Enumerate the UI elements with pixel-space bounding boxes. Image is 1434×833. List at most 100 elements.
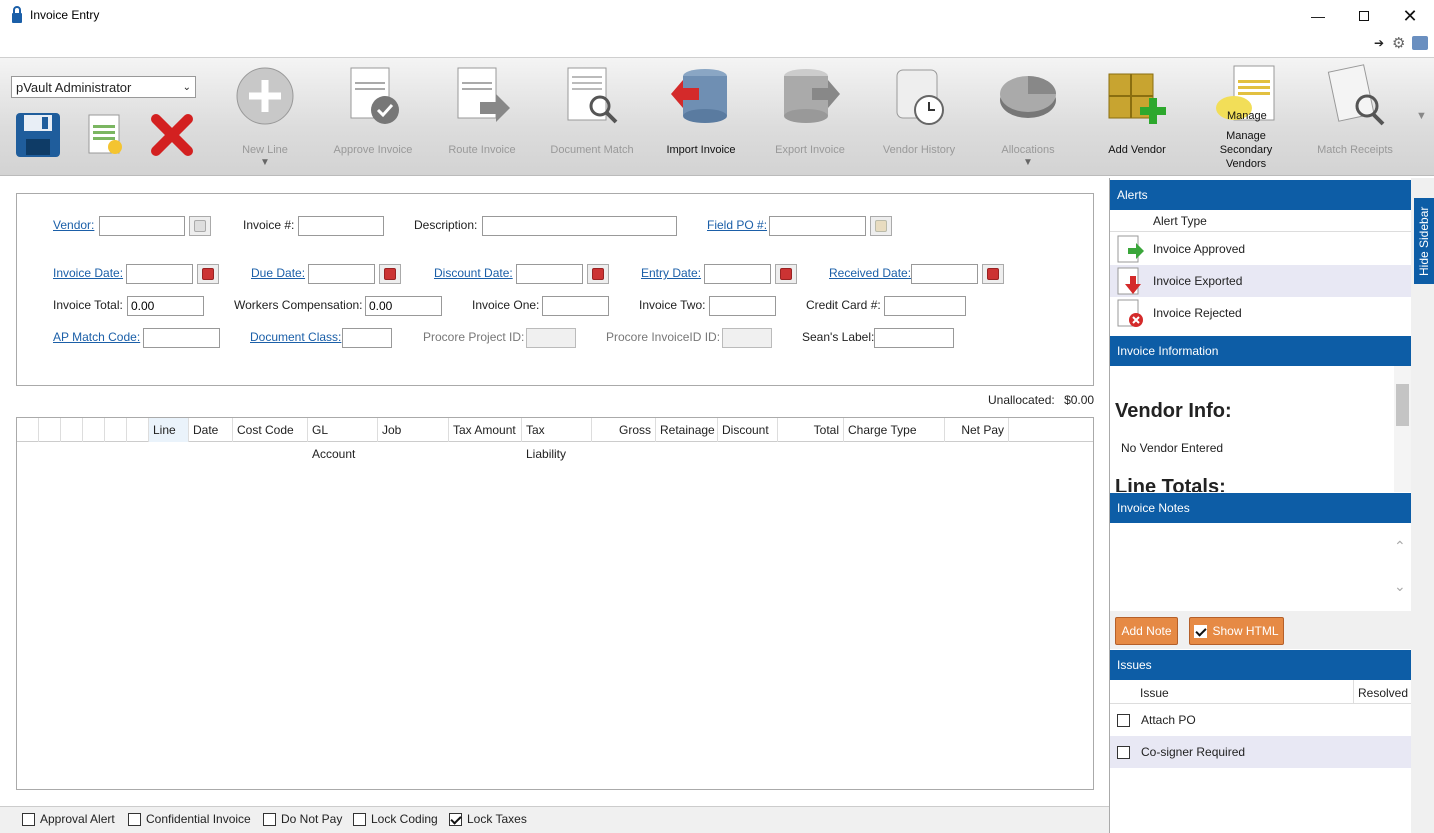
checkbox[interactable]: [1117, 745, 1130, 759]
grid-col-total[interactable]: Total: [778, 418, 844, 442]
vendor-input[interactable]: [99, 216, 185, 236]
document-match-button[interactable]: Document Match: [537, 64, 647, 156]
grid-col-net-pay[interactable]: Net Pay: [945, 418, 1009, 442]
issue-row[interactable]: Co-signer Required: [1110, 736, 1412, 768]
show-html-toggle[interactable]: Show HTML: [1189, 617, 1284, 645]
grid-col-blank[interactable]: [39, 418, 61, 442]
grid-col-cost-code[interactable]: Cost Code: [233, 418, 308, 442]
hide-sidebar-tab[interactable]: Hide Sidebar: [1414, 198, 1434, 284]
checkbox[interactable]: [353, 812, 366, 826]
import-invoice-button[interactable]: Import Invoice: [646, 64, 756, 156]
grid-col-blank[interactable]: [127, 418, 149, 442]
approval-alert-checkbox[interactable]: Approval Alert: [22, 812, 115, 826]
grid-col-charge-type[interactable]: Charge Type: [844, 418, 945, 442]
discount-date-link[interactable]: Discount Date:: [434, 266, 513, 280]
checkbox[interactable]: [128, 812, 141, 826]
grid-col-discount[interactable]: Discount: [718, 418, 778, 442]
minimize-button[interactable]: —: [1295, 0, 1341, 32]
credit-card-input[interactable]: [884, 296, 966, 316]
dropdown-arrow-icon[interactable]: ▼: [973, 157, 1083, 168]
ap-match-link[interactable]: AP Match Code:: [53, 330, 140, 344]
gear-icon[interactable]: ⚙: [1392, 34, 1405, 52]
workers-comp-input[interactable]: [365, 296, 442, 316]
chevron-up-icon[interactable]: ⌃: [1394, 538, 1406, 555]
due-date-link[interactable]: Due Date:: [251, 266, 305, 280]
field-po-input[interactable]: [769, 216, 866, 236]
invoice-date-input[interactable]: [126, 264, 193, 284]
entry-date-input[interactable]: [704, 264, 771, 284]
description-input[interactable]: [482, 216, 677, 236]
checkbox[interactable]: [263, 812, 276, 826]
user-select[interactable]: pVault Administrator ⌄: [11, 76, 196, 98]
add-vendor-button[interactable]: Add Vendor: [1082, 64, 1192, 156]
info-scrollbar[interactable]: [1394, 366, 1411, 492]
invoice-date-link[interactable]: Invoice Date:: [53, 266, 123, 280]
dropdown-arrow-icon[interactable]: ▼: [210, 157, 320, 168]
vendor-lookup-button[interactable]: [189, 216, 211, 236]
cancel-button[interactable]: [147, 110, 197, 160]
checkbox[interactable]: [1117, 713, 1130, 727]
alert-row[interactable]: Invoice Exported: [1110, 265, 1412, 297]
new-line-button[interactable]: New Line ▼: [210, 64, 320, 168]
entry-date-link[interactable]: Entry Date:: [641, 266, 701, 280]
confidential-invoice-checkbox[interactable]: Confidential Invoice: [128, 812, 251, 826]
grid-col-date[interactable]: Date: [189, 418, 233, 442]
calendar-icon[interactable]: [982, 264, 1004, 284]
do-not-pay-checkbox[interactable]: Do Not Pay: [263, 812, 342, 826]
grid-col-job[interactable]: Job: [378, 418, 449, 442]
manage-secondary-vendors-button[interactable]: Manage Manage Secondary Vendors: [1191, 64, 1301, 170]
grid-col-gross[interactable]: Gross: [592, 418, 656, 442]
grid-col-blank[interactable]: [61, 418, 83, 442]
scrollbar-thumb[interactable]: [1396, 384, 1409, 426]
checkbox-checked[interactable]: [1194, 624, 1208, 638]
checkbox[interactable]: [22, 812, 35, 826]
doc-class-input[interactable]: [342, 328, 392, 348]
received-date-link[interactable]: Received Date:: [829, 266, 911, 280]
grid-col-gl-account[interactable]: GL Account: [308, 418, 378, 461]
received-date-input[interactable]: [911, 264, 978, 284]
issues-col-resolved[interactable]: Resolved: [1353, 680, 1412, 704]
seans-label-input[interactable]: [874, 328, 954, 348]
calendar-icon[interactable]: [379, 264, 401, 284]
grid-col-tax-amount[interactable]: Tax Amount: [449, 418, 522, 442]
save-button[interactable]: [13, 110, 63, 160]
invoice-num-input[interactable]: [298, 216, 384, 236]
allocations-button[interactable]: Allocations ▼: [973, 64, 1083, 168]
notes-editor[interactable]: [1110, 523, 1412, 611]
issue-row[interactable]: Attach PO: [1110, 704, 1412, 736]
add-note-button[interactable]: Add Note: [1115, 617, 1178, 645]
issues-col-issue[interactable]: Issue: [1140, 686, 1169, 700]
close-window-button[interactable]: ✕: [1387, 0, 1433, 32]
export-invoice-button[interactable]: Export Invoice: [755, 64, 865, 156]
vendor-link[interactable]: Vendor:: [53, 218, 94, 232]
alerts-col-header[interactable]: Alert Type: [1110, 210, 1412, 232]
invoice-total-input[interactable]: [127, 296, 204, 316]
settings-icon[interactable]: [1412, 36, 1428, 50]
ap-match-input[interactable]: [143, 328, 220, 348]
alert-row[interactable]: Invoice Rejected: [1110, 297, 1412, 329]
pin-icon[interactable]: ➔: [1374, 36, 1384, 50]
grid-col-retainage[interactable]: Retainage: [656, 418, 718, 442]
chevron-down-icon[interactable]: ⌄: [1394, 578, 1406, 595]
discount-date-input[interactable]: [516, 264, 583, 284]
line-items-grid[interactable]: Line Date Cost Code GL Account Job Tax A…: [16, 417, 1094, 790]
invoice-one-input[interactable]: [542, 296, 609, 316]
maximize-button[interactable]: [1341, 0, 1387, 32]
grid-col-tax-liability[interactable]: Tax Liability: [522, 418, 592, 461]
match-receipts-button[interactable]: Match Receipts: [1300, 64, 1410, 156]
grid-col-line[interactable]: Line: [149, 418, 189, 442]
lock-taxes-checkbox[interactable]: Lock Taxes: [449, 812, 527, 826]
field-po-link[interactable]: Field PO #:: [707, 218, 767, 232]
doc-class-link[interactable]: Document Class:: [250, 330, 341, 344]
due-date-input[interactable]: [308, 264, 375, 284]
calendar-icon[interactable]: [587, 264, 609, 284]
approve-invoice-button[interactable]: Approve Invoice: [318, 64, 428, 156]
route-invoice-button[interactable]: Route Invoice: [427, 64, 537, 156]
new-invoice-button[interactable]: [80, 110, 130, 160]
lock-coding-checkbox[interactable]: Lock Coding: [353, 812, 438, 826]
ribbon-scroll-icon[interactable]: ▼: [1416, 110, 1427, 122]
field-po-lookup-button[interactable]: [870, 216, 892, 236]
grid-col-blank[interactable]: [17, 418, 39, 442]
calendar-icon[interactable]: [775, 264, 797, 284]
grid-col-blank[interactable]: [83, 418, 105, 442]
